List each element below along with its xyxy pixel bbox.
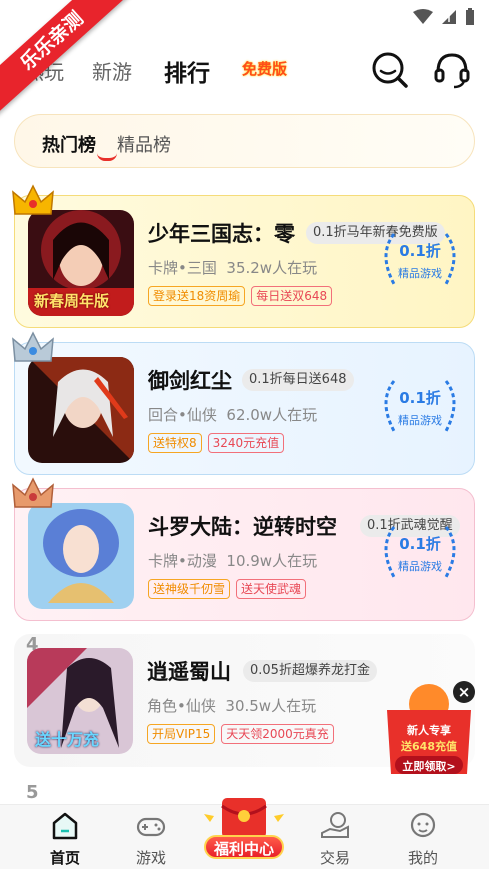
- nav-home[interactable]: 首页: [25, 805, 105, 870]
- game-meta-3: 卡牌•动漫 10.9w人在玩: [148, 550, 317, 571]
- welfare-center-label: 福利中心: [204, 835, 284, 859]
- trade-icon: [321, 812, 349, 838]
- promo-badge-2: 0.1折每日送648: [242, 369, 354, 391]
- game-name-3[interactable]: 斗罗大陆：逆转时空: [148, 511, 337, 541]
- close-icon[interactable]: ×: [453, 681, 475, 703]
- tab-free-version[interactable]: 免费版: [242, 58, 287, 79]
- game-name-4[interactable]: 逍遥蜀山: [147, 656, 231, 686]
- nav-trade[interactable]: 交易: [295, 805, 375, 870]
- gamepad-icon: [136, 817, 166, 837]
- search-icon[interactable]: [370, 50, 410, 90]
- discount-badge-3: 0.1折 精品游戏: [374, 517, 466, 587]
- tab-ranking[interactable]: 排行: [164, 54, 210, 88]
- subtab-premium-list[interactable]: 精品榜: [117, 131, 171, 157]
- game-tags-3: 送神级千仞雪 送天使武魂: [148, 579, 307, 599]
- game-tag: 送天使武魂: [236, 579, 307, 599]
- subtab-hot-list[interactable]: 热门榜: [42, 131, 96, 157]
- ranking-subtabs: 热门榜 精品榜: [14, 114, 475, 168]
- nav-welfare-center[interactable]: 福利中心: [200, 792, 288, 866]
- game-meta-2: 回合•仙侠 62.0w人在玩: [148, 404, 317, 425]
- ad-claim-button[interactable]: 立即领取>: [381, 758, 477, 774]
- profile-icon: [410, 812, 436, 838]
- active-underline: [97, 153, 117, 161]
- discount-badge-2: 0.1折 精品游戏: [374, 371, 466, 441]
- nav-label-profile: 我的: [407, 849, 438, 867]
- bronze-crown-icon: [12, 477, 54, 508]
- badge-label-3: 精品游戏: [398, 560, 442, 573]
- top-nav: 热玩 新游 排行 免费版: [20, 50, 480, 90]
- discount-badge-1: 0.1折 精品游戏: [374, 224, 466, 294]
- game-category-1: 卡牌•三国: [148, 259, 217, 277]
- game-category-4: 角色•仙侠: [147, 697, 216, 715]
- game-tag: 3240元充值: [207, 433, 285, 453]
- promo-badge-4: 0.05折超爆养龙打金: [243, 660, 377, 682]
- game-name-1[interactable]: 少年三国志：零: [148, 218, 295, 248]
- rank-number-5: 5: [26, 782, 39, 803]
- game-cover-1[interactable]: 新春周年版: [28, 210, 134, 316]
- game-cover-3[interactable]: [28, 503, 134, 609]
- game-tag: 送神级千仞雪: [148, 579, 231, 599]
- free-version-label: 免费版: [242, 60, 288, 78]
- ad-line-1: 新人专享: [407, 724, 451, 737]
- game-cover-2[interactable]: [28, 357, 134, 463]
- game-category-2: 回合•仙侠: [148, 406, 217, 424]
- cover-label-4: 送十万充: [35, 730, 100, 749]
- home-icon: [52, 812, 78, 840]
- game-tags-4: 开局VIP15 天天领2000元真充: [147, 724, 334, 744]
- game-card-2[interactable]: 御剑红尘 0.1折每日送648 回合•仙侠 62.0w人在玩 送特权8 3240…: [12, 331, 475, 475]
- nav-label-games: 游戏: [135, 849, 166, 867]
- badge-label-2: 精品游戏: [398, 414, 442, 427]
- ad-line-2: 送648充值: [401, 740, 457, 753]
- signal-icon: [442, 10, 456, 24]
- game-card-3[interactable]: 斗罗大陆：逆转时空 0.1折武魂觉醒 卡牌•动漫 10.9w人在玩 送神级千仞雪…: [12, 477, 475, 621]
- cover-label-1: 新春周年版: [34, 292, 110, 310]
- nav-games[interactable]: 游戏: [111, 805, 191, 870]
- game-tag: 开局VIP15: [147, 724, 216, 744]
- gold-crown-icon: [12, 184, 54, 215]
- nav-profile[interactable]: 我的: [383, 805, 463, 870]
- game-tag: 每日送双648: [251, 286, 333, 306]
- battery-icon: [466, 8, 474, 25]
- game-card-1[interactable]: 新春周年版 少年三国志：零 0.1折马年新春免费版 卡牌•三国 35.2w人在玩…: [12, 184, 475, 328]
- game-meta-1: 卡牌•三国 35.2w人在玩: [148, 257, 317, 278]
- wifi-icon: [413, 9, 433, 24]
- discount-value-3: 0.1折: [399, 535, 441, 553]
- discount-value-2: 0.1折: [399, 389, 441, 407]
- tab-new[interactable]: 新游: [92, 56, 132, 85]
- game-players-3: 10.9w人在玩: [226, 552, 318, 570]
- game-players-4: 30.5w人在玩: [225, 697, 317, 715]
- game-players-1: 35.2w人在玩: [226, 259, 318, 277]
- game-tag: 天天领2000元真充: [221, 724, 334, 744]
- game-category-3: 卡牌•动漫: [148, 552, 217, 570]
- discount-value-1: 0.1折: [399, 242, 441, 260]
- game-tag: 登录送18资周瑜: [148, 286, 246, 306]
- nav-label-trade: 交易: [319, 849, 350, 867]
- game-name-2[interactable]: 御剑红尘: [148, 365, 232, 395]
- game-meta-4: 角色•仙侠 30.5w人在玩: [147, 695, 316, 716]
- game-cover-4[interactable]: 送十万充: [27, 648, 133, 754]
- game-tag: 送特权8: [148, 433, 202, 453]
- game-tags-2: 送特权8 3240元充值: [148, 433, 285, 453]
- game-players-2: 62.0w人在玩: [226, 406, 318, 424]
- nav-label-home: 首页: [49, 849, 80, 867]
- game-tags-1: 登录送18资周瑜 每日送双648: [148, 286, 333, 306]
- headset-icon[interactable]: [432, 50, 472, 90]
- badge-label-1: 精品游戏: [398, 267, 442, 280]
- silver-crown-icon: [12, 331, 54, 362]
